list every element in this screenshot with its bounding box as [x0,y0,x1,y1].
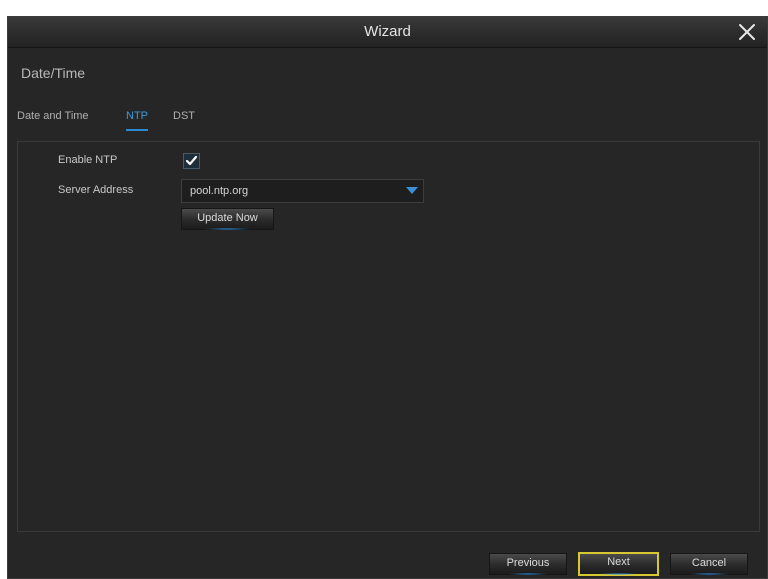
close-icon [739,24,755,40]
cancel-button[interactable]: Cancel [670,553,748,575]
title-bar: Wizard [8,17,767,48]
checkmark-icon [185,155,198,166]
wizard-window: Wizard Date/Time Date and Time NTP DST E… [7,16,768,579]
dropdown-arrow-icon [406,187,418,194]
update-now-button[interactable]: Update Now [181,208,274,230]
server-address-label: Server Address [58,184,134,196]
server-address-select[interactable]: pool.ntp.org [181,179,424,203]
tab-dst[interactable]: DST [173,110,195,129]
section-title: Date/Time [21,65,86,81]
next-button[interactable]: Next [578,552,659,576]
window-title: Wizard [364,23,411,40]
enable-ntp-label: Enable NTP [58,154,118,166]
tab-ntp[interactable]: NTP [126,110,148,131]
enable-ntp-checkbox[interactable] [183,153,200,169]
previous-button[interactable]: Previous [489,553,567,575]
close-button[interactable] [735,20,759,44]
server-address-value: pool.ntp.org [190,185,249,197]
ntp-settings-panel: Enable NTP Server Address pool.ntp.org U… [17,141,760,532]
tab-date-and-time[interactable]: Date and Time [17,110,89,129]
